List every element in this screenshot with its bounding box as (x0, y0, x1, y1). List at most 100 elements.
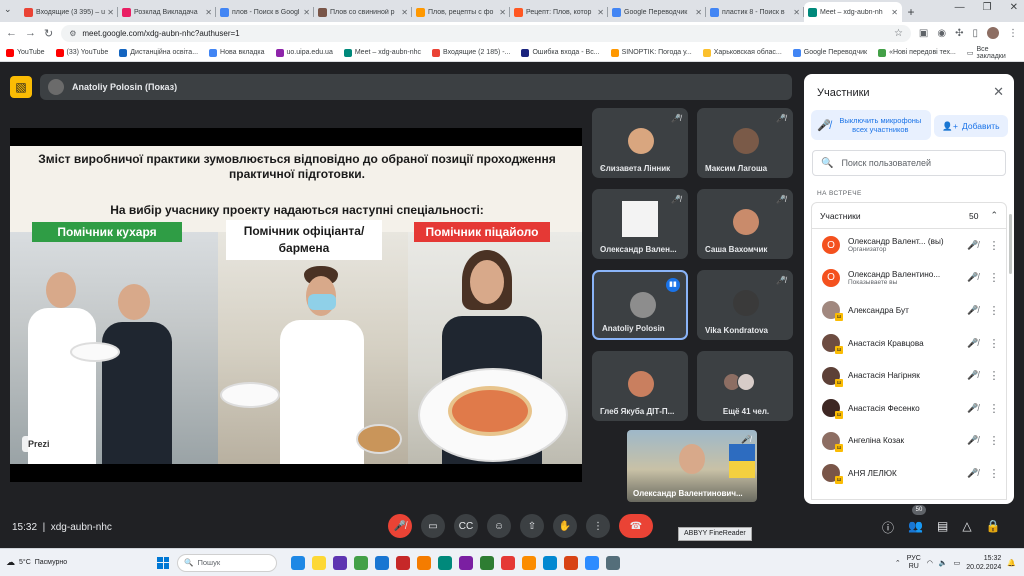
mic-off-icon[interactable]: 🎤̸ (966, 240, 980, 251)
participant-row[interactable]: О Олександр Валент... (вы) Организатор 🎤̸ ⋮ (812, 229, 1006, 262)
participant-row[interactable]: ш Анастасія Нагірняк 🎤̸ ⋮ (812, 359, 1006, 392)
participant-tile[interactable]: 🎤̸ Максим Лагоша (697, 108, 793, 178)
app-icon[interactable] (354, 555, 369, 570)
notifications-icon[interactable]: 🔔 (1007, 559, 1016, 567)
mic-off-icon[interactable]: 🎤̸ (966, 435, 980, 446)
mic-off-icon[interactable]: 🎤̸ (966, 403, 980, 414)
mic-off-icon[interactable]: 🎤̸ (966, 272, 980, 283)
participant-tile[interactable]: 🎤̸ Vika Kondratova (697, 270, 793, 340)
address-bar[interactable]: ⚙ meet.google.com/xdg-aubn-nhc?authuser=… (61, 24, 911, 42)
participant-tile[interactable]: 🎤̸ Олександр Вален... (592, 189, 688, 259)
word-icon[interactable] (375, 555, 390, 570)
camera-extension-icon[interactable]: ◉ (937, 28, 946, 39)
info-icon[interactable]: ⓘ (882, 519, 894, 536)
weather-widget[interactable]: ☁ 5°C Пасмурно (6, 557, 67, 568)
start-button[interactable] (157, 556, 170, 569)
bookmark-item[interactable]: Входящие (2 185) -... (432, 48, 510, 57)
participant-tile[interactable]: 🎤̸ Єлизавета Лінник (592, 108, 688, 178)
self-view-tile[interactable]: 🎤̸ Олександр Валентинович... (627, 430, 757, 502)
clock[interactable]: 15:32 20.02.2024 (966, 554, 1001, 572)
bookmark-item[interactable]: «Нові передові тех... (878, 48, 956, 57)
browser-tab[interactable]: Плов со свининой р ✕ (314, 2, 412, 22)
bookmark-item[interactable]: (33) YouTube (55, 48, 108, 57)
more-options-icon[interactable]: ⋮ (988, 239, 1000, 252)
close-tab-icon[interactable]: ✕ (303, 8, 310, 17)
browser-tab-active[interactable]: Meet – xdg-aubn-nh ✕ (804, 2, 902, 22)
scrollbar[interactable] (1009, 214, 1012, 274)
more-options-icon[interactable]: ⋮ (988, 337, 1000, 350)
present-button[interactable]: ⇧ (520, 514, 544, 538)
more-options-icon[interactable]: ⋮ (988, 304, 1000, 317)
mic-off-icon[interactable]: 🎤̸ (966, 338, 980, 349)
microphone-button[interactable]: 🎤̸ (388, 514, 412, 538)
app-icon[interactable] (501, 555, 516, 570)
add-people-button[interactable]: 👤+ Добавить (934, 115, 1008, 137)
menu-icon[interactable]: ⋮ (1008, 28, 1018, 39)
bookmark-item[interactable]: Meet – xdg-aubn-nhc (343, 48, 421, 57)
close-tab-icon[interactable]: ✕ (401, 8, 408, 17)
bookmark-item[interactable]: Дистанційна освіта... (119, 48, 198, 57)
captions-button[interactable]: CC (454, 514, 478, 538)
reactions-button[interactable]: ☺ (487, 514, 511, 538)
site-info-icon[interactable]: ⚙ (69, 29, 76, 38)
zoom-icon[interactable] (585, 555, 600, 570)
file-explorer-icon[interactable] (312, 555, 327, 570)
meet-extension-icon[interactable]: ▣ (919, 28, 928, 39)
mute-all-button[interactable]: 🎤̸ Выключить микрофоны всех участников (811, 110, 931, 140)
activities-icon[interactable]: △ (962, 519, 971, 536)
more-participants-tile[interactable]: Ещё 41 чел. (697, 351, 793, 421)
browser-tab[interactable]: Розклад Викладача ✕ (118, 2, 216, 22)
app-icon[interactable] (543, 555, 558, 570)
more-options-icon[interactable]: ⋮ (988, 434, 1000, 447)
host-controls-icon[interactable]: 🔒 (986, 519, 1001, 536)
excel-icon[interactable] (480, 555, 495, 570)
wifi-icon[interactable]: ◠ (927, 559, 933, 567)
participant-row[interactable]: ш Ангеліна Козак 🎤̸ ⋮ (812, 425, 1006, 458)
participants-group-header[interactable]: Участники 50 ⌃ (812, 203, 1006, 229)
close-tab-icon[interactable]: ✕ (499, 8, 506, 17)
mic-off-icon[interactable]: 🎤̸ (966, 370, 980, 381)
bookmark-star-icon[interactable]: ☆ (894, 28, 903, 39)
mic-off-icon[interactable]: 🎤̸ (966, 305, 980, 316)
chrome-icon[interactable] (522, 555, 537, 570)
close-window-icon[interactable]: ✕ (1010, 2, 1018, 13)
reload-icon[interactable]: ↻ (44, 27, 53, 40)
app-icon[interactable] (417, 555, 432, 570)
participant-search-input[interactable]: 🔍 Поиск пользователей (812, 150, 1006, 176)
more-options-icon[interactable]: ⋮ (988, 467, 1000, 480)
bookmark-item[interactable]: Харьковская облас... (702, 48, 782, 57)
profile-avatar[interactable] (987, 27, 999, 39)
participant-row[interactable]: ш Анастасія Кравцова 🎤̸ ⋮ (812, 327, 1006, 360)
participant-tile[interactable]: 🎤̸ Саша Вахомчик (697, 189, 793, 259)
more-options-icon[interactable]: ⋮ (988, 402, 1000, 415)
all-bookmarks[interactable]: ▭ Все закладки (967, 46, 1018, 60)
chevron-up-icon[interactable]: ⌃ (990, 210, 998, 221)
browser-tab[interactable]: плов - Поиск в Googl ✕ (216, 2, 314, 22)
bookmark-item[interactable]: uo.uipa.edu.ua (275, 48, 333, 57)
battery-icon[interactable]: ▭ (954, 559, 961, 567)
chevron-up-icon[interactable]: ⌃ (895, 559, 901, 567)
bookmark-item[interactable]: SINOPTIK: Погода у... (610, 48, 692, 57)
tab-search-icon[interactable]: ⌄ (4, 4, 12, 15)
participant-row[interactable]: О Олександр Валентино... Показываете вы 🎤̸ ⋮ (812, 262, 1006, 295)
minimize-icon[interactable]: — (955, 2, 965, 13)
chat-icon[interactable]: ▤ (937, 519, 948, 536)
language-indicator[interactable]: РУС RU (907, 555, 921, 571)
close-tab-icon[interactable]: ✕ (597, 8, 604, 17)
powerpoint-icon[interactable] (564, 555, 579, 570)
viber-icon[interactable] (459, 555, 474, 570)
participant-row[interactable]: ш АНЯ ЛЕЛЮК 🎤̸ ⋮ (812, 457, 1006, 490)
browser-tab[interactable]: Плов, рецепты с фо ✕ (412, 2, 510, 22)
close-tab-icon[interactable]: ✕ (695, 8, 702, 17)
bookmark-item[interactable]: Google Переводчик (792, 48, 867, 57)
more-options-icon[interactable]: ⋮ (988, 271, 1000, 284)
bookmark-item[interactable]: Нова вкладка (209, 48, 265, 57)
back-icon[interactable]: ← (6, 27, 17, 39)
new-tab-button[interactable]: + (902, 2, 920, 22)
bookmark-item[interactable]: Ошибка входа - Вс... (521, 48, 600, 57)
leave-call-button[interactable]: ☎ (619, 514, 653, 538)
raise-hand-button[interactable]: ✋ (553, 514, 577, 538)
close-icon[interactable]: ✕ (993, 84, 1004, 100)
taskbar-search[interactable]: 🔍 Пошук (177, 553, 278, 572)
bookmark-item[interactable]: YouTube (6, 48, 45, 57)
